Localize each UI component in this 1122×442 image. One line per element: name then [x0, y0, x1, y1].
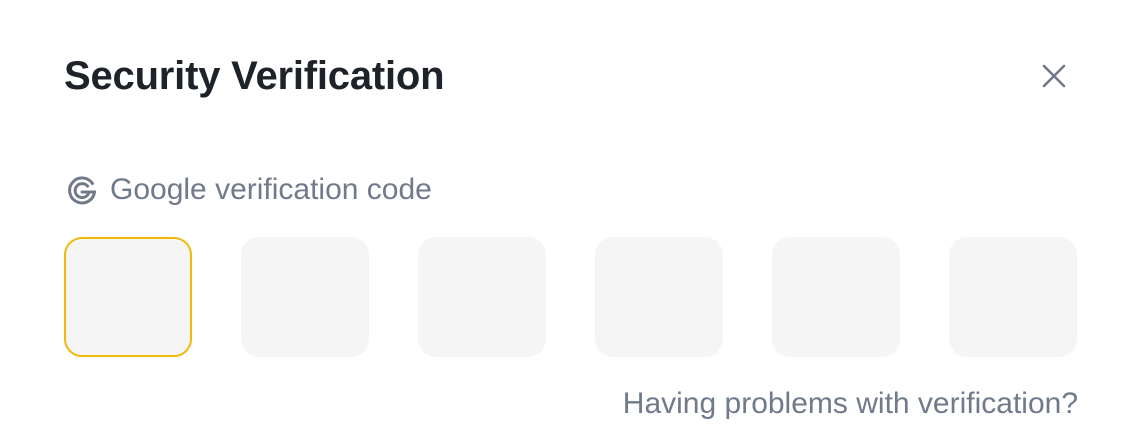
code-digit-6[interactable]	[949, 237, 1077, 357]
code-digit-4[interactable]	[595, 237, 723, 357]
security-verification-modal: Security Verification Google verificatio…	[0, 0, 1122, 442]
modal-header: Security Verification	[64, 46, 1070, 106]
verification-code-inputs	[64, 237, 1077, 357]
code-digit-5[interactable]	[772, 237, 900, 357]
google-code-label-row: Google verification code	[64, 170, 432, 210]
modal-title: Security Verification	[64, 54, 445, 98]
google-code-label: Google verification code	[110, 173, 432, 206]
code-digit-1[interactable]	[64, 237, 192, 357]
code-digit-2[interactable]	[241, 237, 369, 357]
google-icon	[64, 172, 100, 208]
close-button[interactable]	[1034, 56, 1074, 96]
code-digit-3[interactable]	[418, 237, 546, 357]
verification-help-link[interactable]: Having problems with verification?	[623, 382, 1078, 426]
close-icon	[1042, 64, 1066, 88]
